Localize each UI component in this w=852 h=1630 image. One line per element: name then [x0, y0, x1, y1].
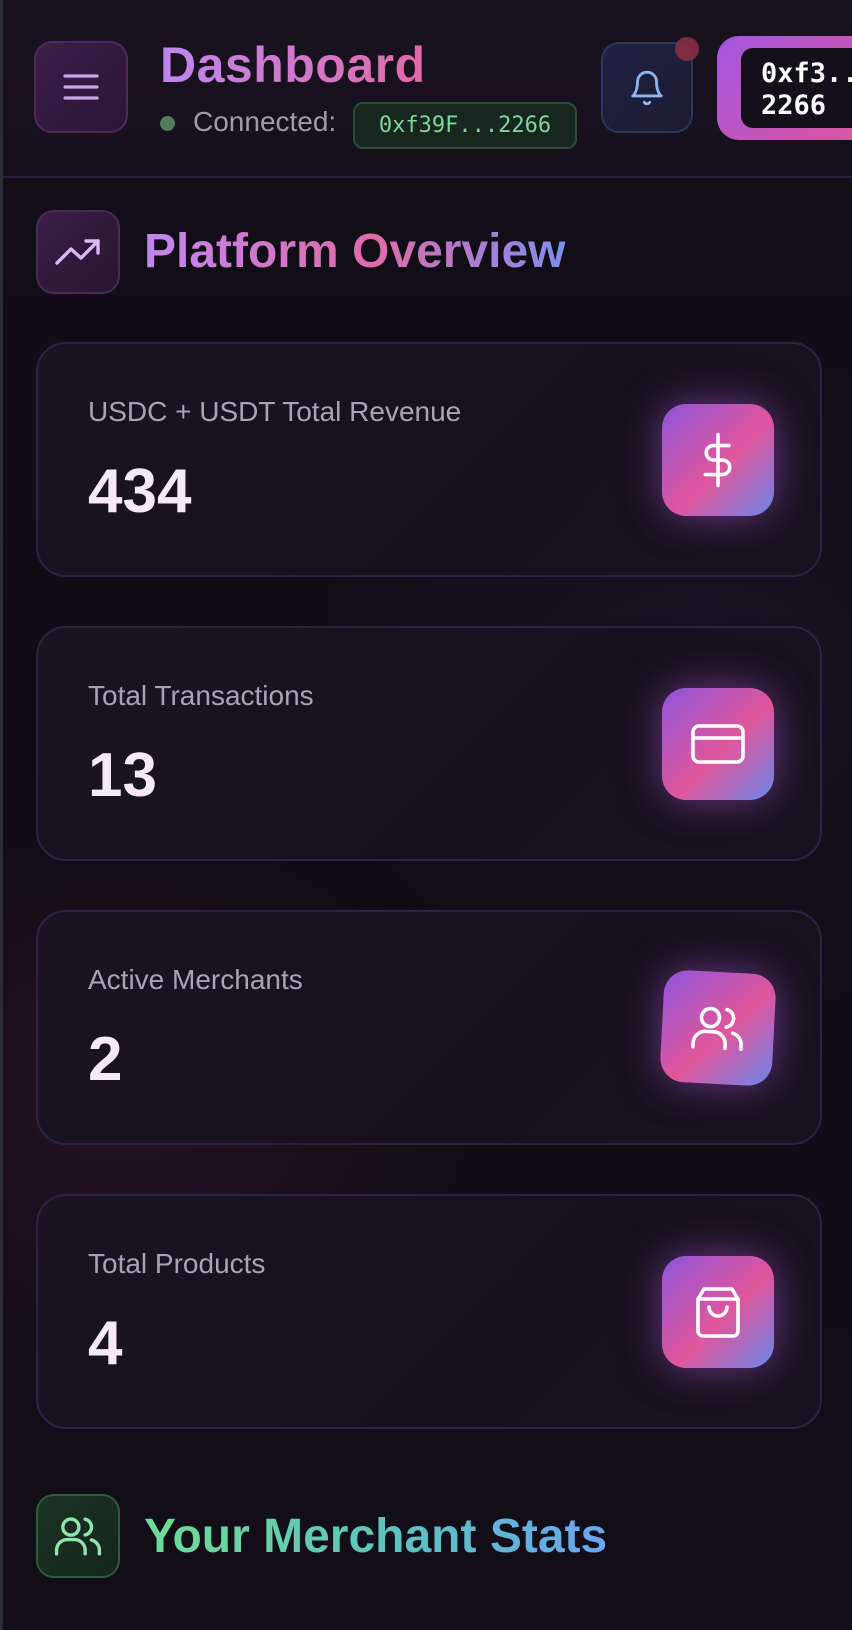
connection-status-dot — [160, 116, 175, 131]
section-title-merchant-stats: Your Merchant Stats — [144, 1510, 608, 1563]
stat-value: 4 — [88, 1309, 123, 1378]
stat-card-transactions: Total Transactions 13 — [36, 626, 822, 861]
bell-icon — [628, 67, 666, 109]
stat-card-merchants: Active Merchants 2 — [36, 910, 822, 1145]
stat-value: 434 — [88, 457, 192, 526]
hamburger-icon — [63, 72, 99, 102]
stat-icon-tile — [662, 404, 774, 516]
section-title-platform-overview: Platform Overview — [144, 225, 566, 278]
stat-icon-tile — [659, 969, 777, 1087]
stat-label: USDC + USDT Total Revenue — [88, 396, 462, 427]
stat-card-products: Total Products 4 — [36, 1194, 822, 1429]
credit-card-icon — [690, 723, 746, 765]
trending-up-icon — [54, 237, 102, 267]
menu-button[interactable] — [34, 41, 128, 133]
dashboard-page: Dashboard Connected: 0xf39F...2266 0xf3.… — [0, 0, 852, 1630]
top-header: Dashboard Connected: 0xf39F...2266 0xf3.… — [3, 0, 852, 178]
dollar-icon — [696, 431, 740, 489]
stat-label: Active Merchants — [88, 964, 303, 995]
stat-value: 13 — [88, 741, 157, 810]
section-icon-platform — [36, 210, 120, 294]
stat-card-revenue: USDC + USDT Total Revenue 434 — [36, 342, 822, 577]
section-icon-merchant — [36, 1494, 120, 1578]
page-title: Dashboard — [160, 37, 426, 93]
stat-icon-tile — [662, 688, 774, 800]
stat-value: 2 — [88, 1025, 123, 1094]
connected-label: Connected: — [193, 106, 337, 137]
users-icon — [53, 1514, 103, 1558]
wallet-address-chip[interactable]: 0xf39F...2266 — [353, 102, 577, 149]
notification-badge — [675, 37, 699, 61]
shopping-bag-icon — [694, 1285, 742, 1339]
stat-label: Total Transactions — [88, 680, 314, 711]
wallet-address-label: 0xf3... 2266 — [741, 48, 852, 128]
users-icon — [689, 1003, 747, 1054]
stat-label: Total Products — [88, 1248, 266, 1279]
wallet-button[interactable]: 0xf3... 2266 — [717, 36, 852, 140]
stat-icon-tile — [662, 1256, 774, 1368]
